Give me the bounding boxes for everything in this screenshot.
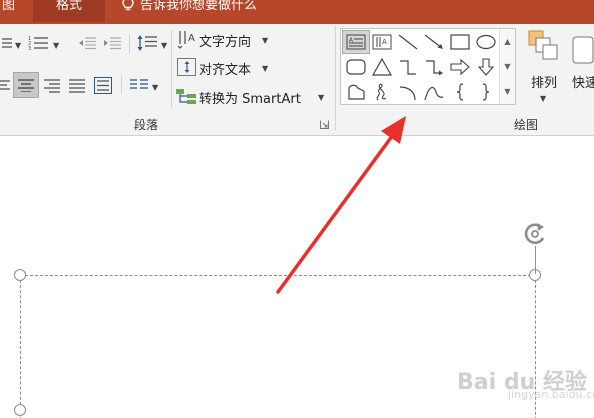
line-shape[interactable] [395,31,421,53]
rounded-rectangle-shape[interactable] [343,56,369,78]
gallery-scroll-down-icon[interactable]: ▼ [500,54,515,79]
scribble-shape[interactable] [369,81,395,103]
text-box-shape[interactable]: A [342,30,370,54]
columns-dropdown-icon[interactable]: ▼ [152,83,158,92]
quick-styles-icon [572,36,594,64]
left-brace-shape[interactable] [447,81,473,103]
svg-text:A: A [382,38,387,46]
align-text-label[interactable]: 对齐文本 [199,59,251,78]
arc-icon [399,86,416,101]
paragraph-dialog-launcher-icon[interactable] [320,120,329,129]
gallery-more-icon[interactable]: ▼ [500,79,515,104]
scribble-icon [376,83,387,101]
tell-me-text: 告诉我你想要做什么 [140,0,258,13]
arrange-label[interactable]: 排列 [531,72,557,91]
baidu-watermark-url: jingyan.baidu.com [508,388,594,401]
bullets-icon[interactable] [0,36,12,50]
columns-icon[interactable] [130,78,148,92]
down-arrow-shape[interactable] [473,56,499,78]
gallery-scroll-up-icon[interactable]: ▲ [500,29,515,54]
vertical-text-box-icon: A [372,34,392,50]
vertical-text-box-shape[interactable]: A [369,31,395,53]
quick-styles-button[interactable] [566,28,594,110]
line-icon [398,34,418,50]
elbow-arrow-connector-icon [426,60,443,76]
rectangle-icon [450,34,470,50]
numbering-dropdown-icon[interactable]: ▼ [53,41,59,50]
curve-shape[interactable] [421,81,447,103]
text-box-icon: A [346,34,366,50]
divider [121,76,122,94]
arrow-line-icon [424,34,443,49]
paragraph-group-label: 段落 [134,118,159,132]
numbering-icon[interactable]: 1 2 3 [28,35,48,51]
ribbon-tab-bar: 图 格式 告诉我你想要做什么 [0,0,594,24]
increase-indent-icon[interactable] [103,36,121,50]
drawing-group-label: 绘图 [514,118,539,132]
line-spacing-icon[interactable] [137,34,157,52]
triangle-icon [371,57,393,76]
bullets-dropdown-icon[interactable]: ▼ [15,41,21,50]
elbow-arrow-connector-shape[interactable] [421,56,447,78]
align-text-dropdown-icon[interactable]: ▼ [262,64,268,73]
divider [171,30,172,108]
decrease-indent-icon[interactable] [78,36,96,50]
arrange-button[interactable]: ▼ [526,28,562,110]
text-direction-label[interactable]: 文字方向 [199,31,251,50]
selected-text-box[interactable] [20,275,536,418]
triangle-shape[interactable] [369,56,395,78]
text-direction-dropdown-icon[interactable]: ▼ [262,36,268,45]
tab-partial-left[interactable]: 图 [0,0,15,22]
right-arrow-icon [450,58,470,76]
svg-text:A: A [188,33,195,44]
oval-shape[interactable] [473,31,499,53]
curve-icon [424,86,444,101]
freeform-shape[interactable] [343,81,369,103]
lightbulb-icon [122,0,134,11]
text-direction-icon[interactable]: A [177,29,197,49]
group-divider [335,26,336,130]
rounded-rectangle-icon [346,59,366,75]
elbow-connector-icon [400,60,416,75]
align-center-button[interactable] [13,72,39,98]
down-arrow-icon [477,58,495,76]
rectangle-shape[interactable] [447,31,473,53]
arrow-line-shape[interactable] [421,31,447,53]
oval-icon [476,34,496,50]
rotate-handle-stem [535,246,536,274]
left-brace-icon [456,83,464,101]
convert-smartart-dropdown-icon[interactable]: ▼ [318,93,324,102]
resize-handle-bottom-left[interactable] [14,404,26,416]
right-brace-shape[interactable] [473,81,499,103]
align-center-icon [18,79,34,92]
freeform-shape-icon [348,84,365,100]
ribbon: ▼ 1 2 3 ▼ ▼ A 文字方向 ▼ ▼ 对齐文本 ▼ 转换为 SmartA… [0,24,594,136]
elbow-connector-shape[interactable] [395,56,421,78]
align-text-icon[interactable] [177,57,197,77]
distributed-icon[interactable] [94,77,112,94]
arrange-icon [528,30,558,60]
align-right-icon[interactable] [44,78,60,93]
convert-smartart-icon[interactable] [175,87,197,105]
rotate-handle-icon[interactable] [520,220,550,248]
divider [129,35,130,53]
convert-smartart-label[interactable]: 转换为 SmartArt [199,88,301,107]
right-arrow-shape[interactable] [447,56,473,78]
svg-text:3: 3 [28,46,31,51]
align-left-icon[interactable] [0,79,10,93]
gallery-scroller: ▲ ▼ ▼ [499,29,515,104]
tell-me-search[interactable]: 告诉我你想要做什么 [121,0,257,22]
shapes-gallery[interactable]: A A ▲ ▼ ▼ [340,28,516,105]
arc-shape[interactable] [395,81,421,103]
tab-format[interactable]: 格式 [33,0,105,22]
quick-styles-label[interactable]: 快速 [572,72,594,91]
arrange-dropdown-icon[interactable]: ▼ [540,94,546,103]
justify-icon[interactable] [69,78,85,93]
right-brace-icon [482,83,490,101]
line-spacing-dropdown-icon[interactable]: ▼ [161,41,167,50]
resize-handle-top-left[interactable] [14,269,26,281]
